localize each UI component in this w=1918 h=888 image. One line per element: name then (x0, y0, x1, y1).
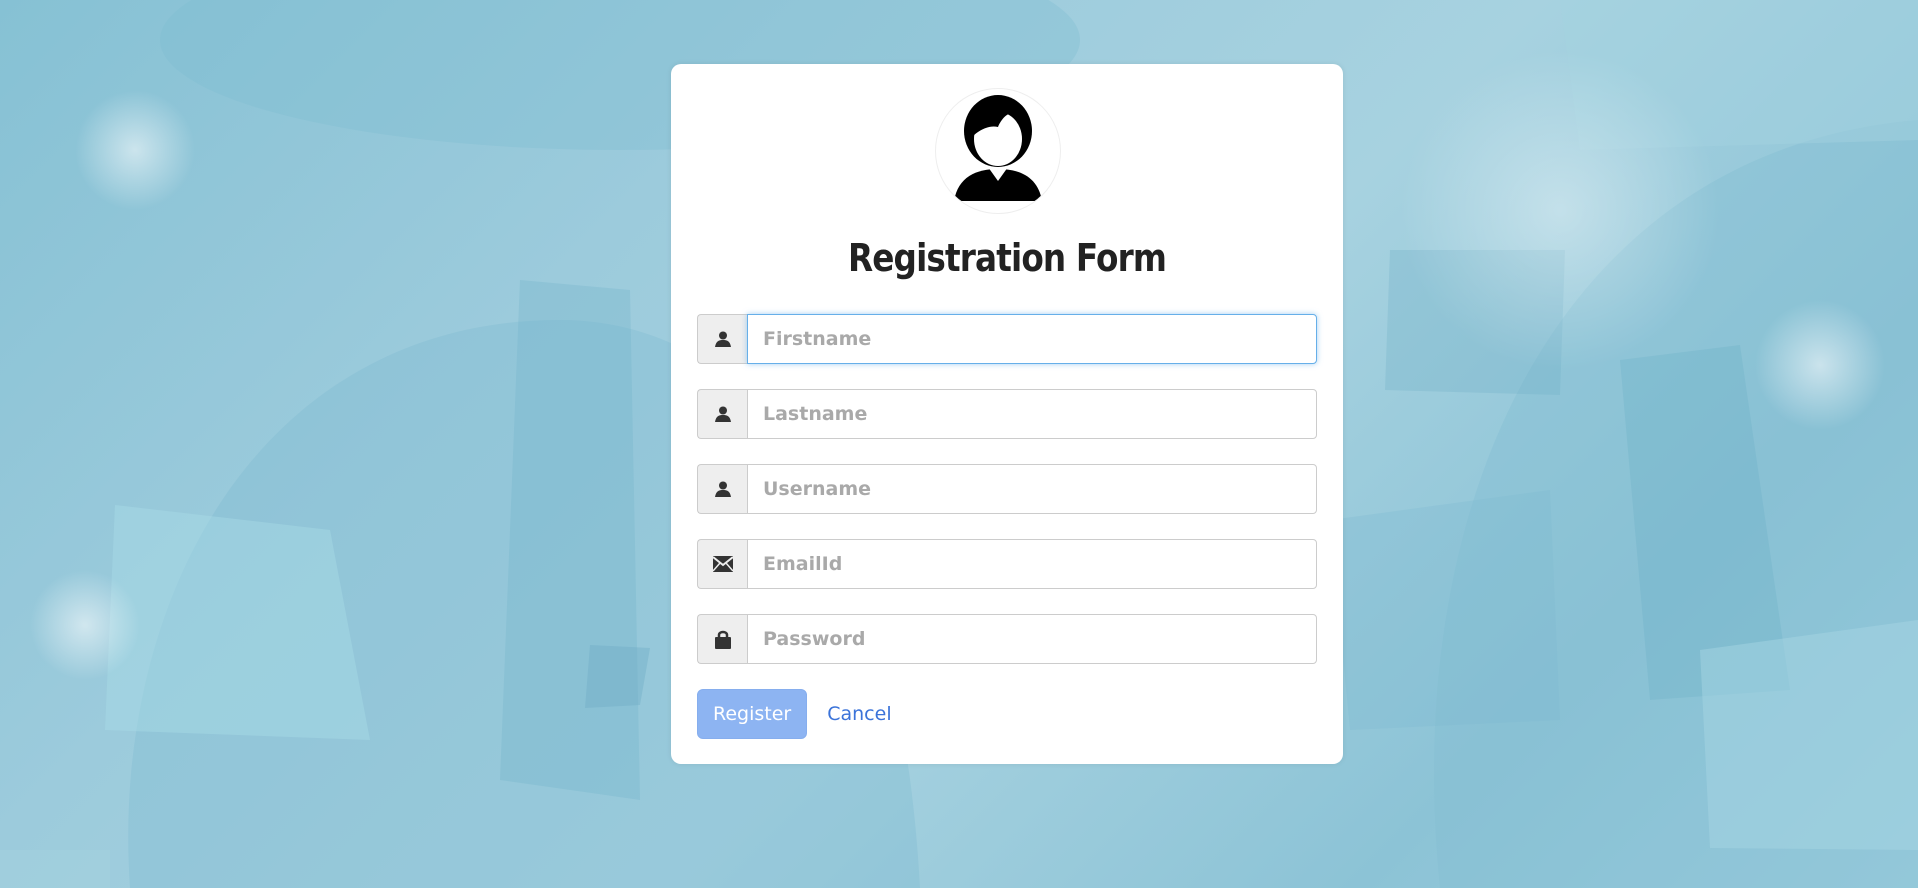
registration-card: Registration Form Register Cancel (671, 64, 1343, 764)
emailid-input[interactable] (747, 539, 1317, 589)
lastname-input[interactable] (747, 389, 1317, 439)
username-input[interactable] (747, 464, 1317, 514)
password-input[interactable] (747, 614, 1317, 664)
user-icon (697, 314, 747, 364)
page-title: Registration Form (847, 236, 1167, 280)
register-button[interactable]: Register (697, 689, 808, 739)
emailid-field-group (697, 539, 1317, 589)
user-icon (697, 389, 747, 439)
username-field-group (697, 464, 1317, 514)
lastname-field-group (697, 389, 1317, 439)
female-avatar-icon (954, 95, 1042, 201)
firstname-input[interactable] (747, 314, 1317, 364)
cancel-link[interactable]: Cancel (827, 703, 891, 725)
envelope-icon (697, 539, 747, 589)
form-actions: Register Cancel (697, 689, 892, 739)
password-field-group (697, 614, 1317, 664)
lock-icon (697, 614, 747, 664)
avatar (935, 88, 1061, 214)
firstname-field-group (697, 314, 1317, 364)
user-icon (697, 464, 747, 514)
